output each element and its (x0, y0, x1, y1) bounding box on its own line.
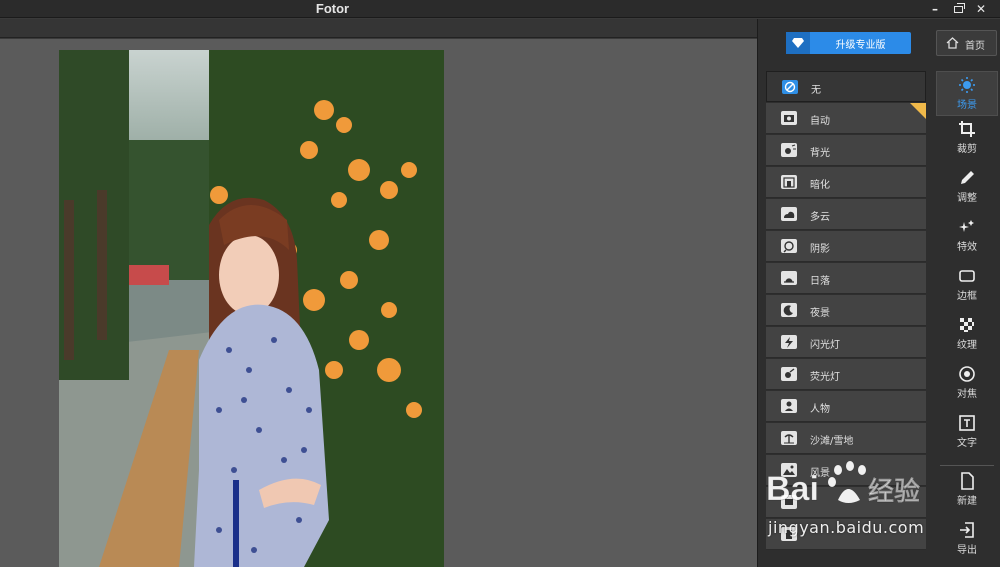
scene-item[interactable]: 暗化 (766, 167, 926, 198)
minimize-button[interactable]: – (924, 0, 946, 18)
scene-item[interactable]: 背光 (766, 135, 926, 166)
crop-icon (959, 121, 975, 137)
scene-item[interactable]: 无 (766, 71, 926, 102)
premium-badge-icon (910, 103, 926, 119)
scene-item-label: 暗化 (810, 180, 830, 191)
scene-item-label: 日落 (810, 276, 830, 287)
scene-item[interactable]: 多云 (766, 199, 926, 230)
diamond-icon (786, 32, 810, 54)
scene-item-label: 沙滩/雪地 (810, 436, 854, 447)
shadow-icon (781, 239, 797, 253)
tool-effects[interactable]: 特效 (936, 218, 998, 263)
cloud-icon (781, 207, 797, 221)
scene-item[interactable]: 自动 (766, 103, 926, 134)
adjust-icon (961, 171, 974, 184)
tool-border[interactable]: 边框 (936, 267, 998, 312)
edited-photo[interactable] (59, 50, 444, 567)
backlight-icon (781, 143, 797, 157)
sunset-icon (781, 271, 797, 285)
scene-item-label: 夜景 (810, 308, 830, 319)
scene-item-label: 阴影 (810, 244, 830, 255)
scene-item-label: 闪光灯 (810, 340, 840, 351)
effects-icon (959, 220, 974, 232)
tool-label: 对焦 (957, 389, 977, 400)
none-icon (782, 80, 798, 94)
scene-icon (959, 77, 975, 93)
tool-label: 裁剪 (957, 144, 977, 155)
scene-item[interactable]: 闪光灯 (766, 327, 926, 358)
scene-item-label: 背光 (810, 148, 830, 159)
scene-item[interactable]: 夜景 (766, 295, 926, 326)
flash-icon (781, 335, 797, 349)
tool-label: 特效 (957, 242, 977, 253)
scene-item-label: 无 (811, 85, 821, 96)
tool-label: 边框 (957, 291, 977, 302)
beach-icon (781, 431, 797, 445)
scene-item[interactable]: 阴影 (766, 231, 926, 262)
title-bar: Fotor – ✕ (0, 0, 1000, 18)
scene-item-label: 自动 (810, 116, 830, 127)
watermark-url: jingyan.baidu.com (768, 518, 925, 537)
home-icon (946, 37, 959, 49)
svg-text:Bai: Bai (766, 470, 819, 508)
fluorescent-icon (781, 367, 797, 381)
scene-item-label: 荧光灯 (810, 372, 840, 383)
scene-item-label: 多云 (810, 212, 830, 223)
upgrade-pro-label: 升级专业版 (835, 40, 886, 51)
tool-label: 场景 (957, 100, 977, 111)
scene-item[interactable]: 人物 (766, 391, 926, 422)
photo-illustration (59, 50, 444, 567)
tool-label: 调整 (957, 193, 977, 204)
maximize-button[interactable] (947, 0, 969, 18)
tool-focus[interactable]: 对焦 (936, 365, 998, 410)
restore-icon (953, 3, 965, 13)
portrait-icon (781, 399, 797, 413)
focus-icon (959, 366, 975, 382)
border-icon (959, 270, 975, 282)
camera-icon (781, 111, 797, 125)
baidu-logo: Bai 经验 (766, 461, 920, 508)
upgrade-pro-button[interactable]: 升级专业版 (786, 32, 911, 54)
image-canvas[interactable] (0, 39, 757, 567)
tool-adjust[interactable]: 调整 (936, 169, 998, 214)
svg-text:经验: 经验 (868, 476, 920, 507)
texture-icon (960, 318, 974, 332)
new-file-icon (961, 472, 974, 490)
text-icon (959, 415, 975, 431)
darken-icon (781, 175, 797, 189)
tool-label: 纹理 (957, 340, 977, 351)
app-title: Fotor (315, 1, 350, 16)
export-icon (960, 522, 974, 538)
scene-item-label: 人物 (810, 404, 830, 415)
tool-crop[interactable]: 裁剪 (936, 120, 998, 165)
scene-item[interactable]: 荧光灯 (766, 359, 926, 390)
home-label: 首页 (965, 41, 985, 52)
night-icon (781, 303, 797, 317)
canvas-toolbar (0, 19, 757, 38)
tool-label: 文字 (957, 438, 977, 449)
home-button[interactable]: 首页 (936, 30, 997, 56)
baidu-watermark: Bai 经验 jingyan.baidu.com (762, 456, 957, 546)
tool-scene[interactable]: 场景 (936, 71, 998, 116)
scene-item[interactable]: 日落 (766, 263, 926, 294)
tool-texture[interactable]: 纹理 (936, 316, 998, 361)
scene-item[interactable]: 沙滩/雪地 (766, 423, 926, 454)
tool-text[interactable]: 文字 (936, 414, 998, 459)
fotor-window: Fotor – ✕ 升级专业版 首页 无 自动 背光 暗化 多云 阴影 日落 夜… (0, 0, 1000, 567)
close-button[interactable]: ✕ (970, 0, 992, 18)
